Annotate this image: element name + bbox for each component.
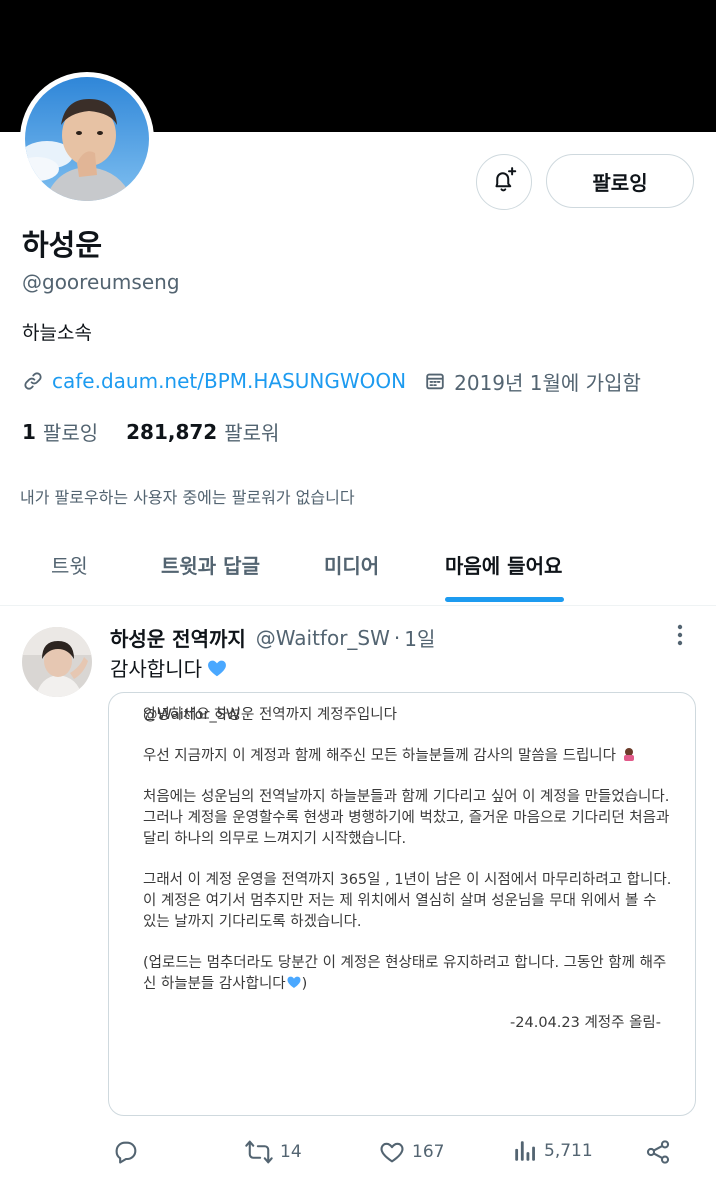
tab-tweets-replies[interactable]: 트윗과 답글 (161, 540, 260, 606)
profile-tabs: 트윗 트윗과 답글 미디어 마음에 들어요 (0, 540, 716, 606)
tweet-author-handle[interactable]: @Waitfor_SW (256, 626, 390, 650)
note-paragraph-3: 처음에는 성운님의 전역날까지 하늘분들과 함께 기다리고 싶어 이 계정을 만… (143, 789, 670, 847)
tweet-text-body: 감사합니다 (110, 657, 202, 681)
reply-icon (112, 1138, 140, 1166)
view-count: 5,711 (544, 1141, 593, 1161)
profile-handle: @gooreumseng (22, 270, 180, 294)
small-blue-heart-icon (286, 976, 302, 992)
views-icon (512, 1138, 538, 1164)
followers-count[interactable]: 281,872 (126, 420, 217, 444)
avatar[interactable] (25, 77, 149, 201)
tweet-text: 감사합니다 (110, 653, 228, 682)
profile-name: 하성운 (22, 228, 103, 262)
note-paragraph-4: 그래서 이 계정 운영을 전역까지 365일 , 1년이 남은 이 시점에서 마… (143, 872, 672, 930)
views-button[interactable]: 5,711 (512, 1138, 593, 1164)
share-button[interactable] (644, 1138, 672, 1166)
note-watermark: @Waitfor_SW (143, 707, 241, 723)
retweet-icon (244, 1138, 274, 1166)
notification-bell-button[interactable] (476, 154, 532, 210)
retweet-button[interactable]: 14 (244, 1138, 302, 1166)
following-button[interactable]: 팔로잉 (546, 154, 694, 208)
profile-link[interactable]: cafe.daum.net/BPM.HASUNGWOON (52, 369, 406, 393)
tweet-author-name[interactable]: 하성운 전역까지 (110, 623, 246, 652)
note-paragraph-5-end: ) (301, 976, 308, 992)
tweet-actions: 14 167 5,711 (0, 1132, 716, 1172)
note-paragraph-2: 우선 지금까지 이 계정과 함께 해주신 모든 하늘분들께 감사의 말씀을 드립… (143, 746, 673, 767)
following-count[interactable]: 1 (22, 420, 36, 444)
active-tab-indicator (445, 597, 564, 602)
note-paragraph-5: (업로드는 멈추더라도 당분간 이 계정은 현상태로 유지하려고 합니다. 그동… (143, 953, 673, 995)
profile-bio: 하늘소속 (22, 322, 92, 344)
note-paragraph-5-text: (업로드는 멈추더라도 당분간 이 계정은 현상태로 유지하려고 합니다. 그동… (143, 955, 667, 992)
more-options-icon[interactable] (670, 624, 690, 648)
calendar-icon (424, 370, 446, 392)
joined-date: 2019년 1월에 가입함 (454, 370, 641, 395)
note-signature: -24.04.23 계정주 올림- (510, 1015, 661, 1031)
tab-media[interactable]: 미디어 (324, 540, 379, 606)
tweet-time[interactable]: 1일 (404, 623, 435, 652)
reply-button[interactable] (112, 1138, 140, 1166)
bell-plus-icon (489, 165, 519, 199)
image-note-text: 안녕하세요 하성운 전역까지 계정주입니다 우선 지금까지 이 계정과 함께 해… (143, 705, 673, 1054)
mutual-followers-note: 내가 팔로우하는 사용자 중에는 팔로워가 없습니다 (20, 488, 355, 507)
profile-avatar-frame (20, 72, 154, 206)
like-count: 167 (412, 1142, 445, 1162)
separator-dot: · (393, 625, 401, 650)
followers-label[interactable]: 팔로워 (224, 417, 279, 446)
tab-tweets[interactable]: 트윗 (51, 540, 88, 606)
note-paragraph-2-text: 우선 지금까지 이 계정과 함께 해주신 모든 하늘분들께 감사의 말씀을 드립… (143, 748, 616, 764)
tweet-header: 하성운 전역까지 @Waitfor_SW · 1일 (110, 623, 435, 652)
tweet-author-avatar[interactable] (22, 627, 92, 697)
blue-heart-emoji-icon (206, 657, 228, 679)
profile-meta: cafe.daum.net/BPM.HASUNGWOON 2019년 1월에 가… (22, 366, 641, 396)
like-button[interactable]: 167 (378, 1138, 444, 1166)
follow-counts: 1 팔로잉 281,872 팔로워 (22, 417, 279, 446)
following-label[interactable]: 팔로잉 (43, 417, 98, 446)
share-icon (644, 1138, 672, 1166)
retweet-count: 14 (280, 1142, 302, 1162)
bowing-emoji-icon (621, 748, 637, 764)
heart-icon (378, 1138, 406, 1166)
tweet-image[interactable]: 안녕하세요 하성운 전역까지 계정주입니다 우선 지금까지 이 계정과 함께 해… (108, 692, 696, 1116)
link-icon (22, 370, 44, 392)
